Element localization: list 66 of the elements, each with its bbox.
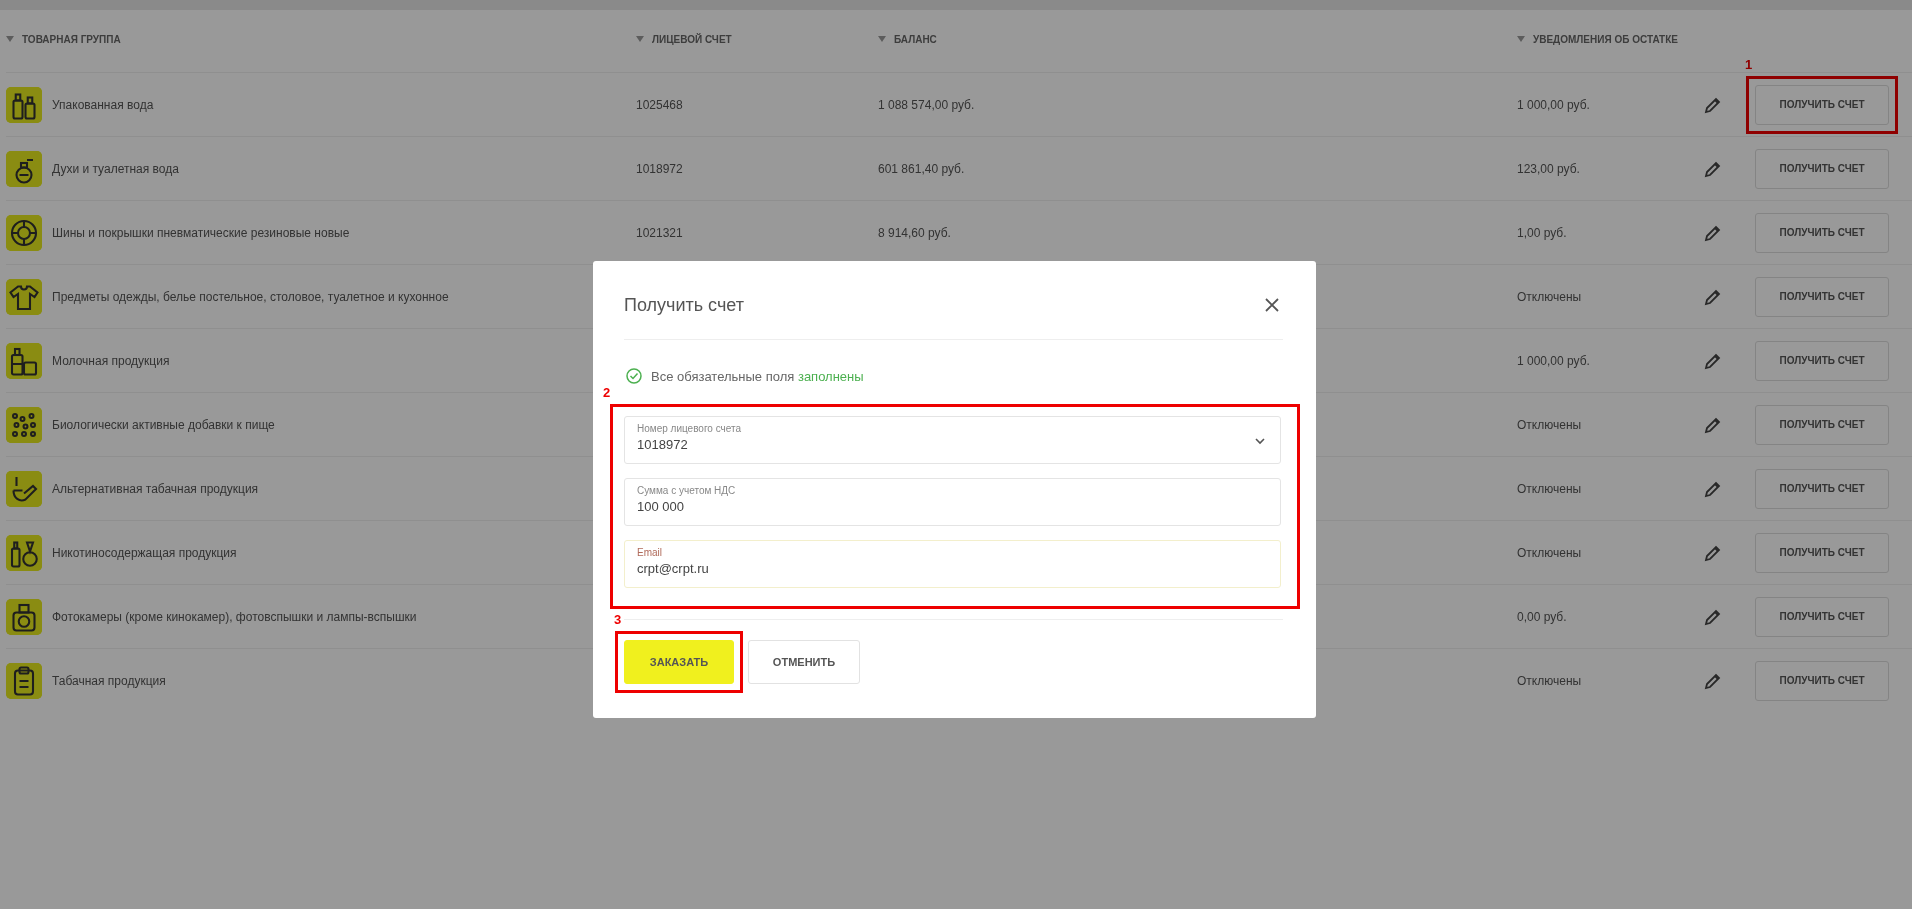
notification-threshold: 1 000,00 руб. xyxy=(1517,353,1590,368)
input-field[interactable]: Сумма с учетом НДС 100 000 xyxy=(624,478,1281,526)
product-group-name: Духи и туалетная вода xyxy=(52,161,179,176)
status-message: Все обязательные поля заполнены xyxy=(651,368,864,384)
column-header: УВЕДОМЛЕНИЯ ОБ ОСТАТКЕ xyxy=(1533,33,1678,45)
order-button[interactable]: ЗАКАЗАТЬ xyxy=(624,640,734,684)
product-group-name: Фотокамеры (кроме кинокамер), фотовспышки и лампы-вспышки xyxy=(52,609,417,624)
product-group-name: Молочная продукция xyxy=(52,353,170,368)
balance-amount: 8 914,60 руб. xyxy=(878,225,951,240)
account-number: 1018972 xyxy=(636,161,683,176)
product-group-name: Альтернативная табачная продукция xyxy=(52,481,259,496)
cancel-button[interactable]: ОТМЕНИТЬ xyxy=(748,640,860,684)
product-group-name: Никотиносодержащая продукция xyxy=(52,545,237,560)
field-value[interactable]: 100 000 xyxy=(637,499,1268,514)
notification-threshold: Отключены xyxy=(1517,545,1582,560)
get-invoice-button[interactable]: ПОЛУЧИТЬ СЧЕТ xyxy=(1755,660,1889,701)
annotation-number: 2 xyxy=(603,385,611,400)
dialog-title: Получить счет xyxy=(624,294,744,316)
account-number: 1021321 xyxy=(636,225,683,240)
account-number: 1025468 xyxy=(636,97,683,112)
get-invoice-button[interactable]: ПОЛУЧИТЬ СЧЕТ xyxy=(1755,148,1889,189)
input-field[interactable]: Email crpt@crpt.ru xyxy=(624,540,1281,588)
product-group-name: Предметы одежды, белье постельное, столовое, туалетное и кухонное xyxy=(52,289,449,304)
get-invoice-button[interactable]: ПОЛУЧИТЬ СЧЕТ xyxy=(1755,276,1889,317)
column-header: ЛИЦЕВОЙ СЧЕТ xyxy=(652,33,732,45)
notification-threshold: 0,00 руб. xyxy=(1517,609,1567,624)
annotation-number: 1 xyxy=(1745,56,1753,72)
pipe-icon xyxy=(6,470,42,507)
get-invoice-button[interactable]: ПОЛУЧИТЬ СЧЕТ xyxy=(1755,468,1889,509)
get-invoice-button[interactable]: ПОЛУЧИТЬ СЧЕТ xyxy=(1755,212,1889,253)
balance-amount: 1 088 574,00 руб. xyxy=(878,97,975,112)
notification-threshold: Отключены xyxy=(1517,417,1582,432)
shirt-icon xyxy=(6,278,42,315)
dots-icon xyxy=(6,406,42,443)
bottles-icon xyxy=(6,534,42,571)
clipboard-icon xyxy=(6,662,42,699)
chevron-down-icon[interactable] xyxy=(1254,435,1266,447)
balance-amount: 601 861,40 руб. xyxy=(878,161,965,176)
product-group-name: Упакованная вода xyxy=(52,97,154,112)
get-invoice-button[interactable]: ПОЛУЧИТЬ СЧЕТ xyxy=(1755,404,1889,445)
notification-threshold: 123,00 руб. xyxy=(1517,161,1580,176)
camera-icon xyxy=(6,598,42,635)
get-invoice-button[interactable]: ПОЛУЧИТЬ СЧЕТ xyxy=(1755,84,1889,125)
column-header: БАЛАНС xyxy=(894,33,937,45)
notification-threshold: 1,00 руб. xyxy=(1517,225,1567,240)
get-invoice-button[interactable]: ПОЛУЧИТЬ СЧЕТ xyxy=(1755,340,1889,381)
notification-threshold: Отключены xyxy=(1517,481,1582,496)
perfume-bottle-icon xyxy=(6,150,42,187)
product-group-name: Шины и покрышки пневматические резиновые новые xyxy=(52,225,350,240)
bottles-icon xyxy=(6,86,42,123)
field-value[interactable]: 1018972 xyxy=(637,437,1268,452)
check-circle-icon xyxy=(626,368,642,384)
get-invoice-button[interactable]: ПОЛУЧИТЬ СЧЕТ xyxy=(1755,532,1889,573)
notification-threshold: Отключены xyxy=(1517,673,1582,688)
tire-icon xyxy=(6,214,42,251)
notification-threshold: Отключены xyxy=(1517,289,1582,304)
bottles-icon xyxy=(6,342,42,379)
product-group-name: Биологически активные добавки к пище xyxy=(52,417,275,432)
account-select[interactable]: Номер лицевого счета 1018972 xyxy=(624,416,1281,464)
close-icon[interactable] xyxy=(1264,297,1280,313)
get-invoice-button[interactable]: ПОЛУЧИТЬ СЧЕТ xyxy=(1755,596,1889,637)
product-group-name: Табачная продукция xyxy=(52,673,166,688)
notification-threshold: 1 000,00 руб. xyxy=(1517,97,1590,112)
column-header: ТОВАРНАЯ ГРУППА xyxy=(22,33,121,45)
annotation-number: 3 xyxy=(614,612,622,627)
field-value[interactable]: crpt@crpt.ru xyxy=(637,561,1268,576)
